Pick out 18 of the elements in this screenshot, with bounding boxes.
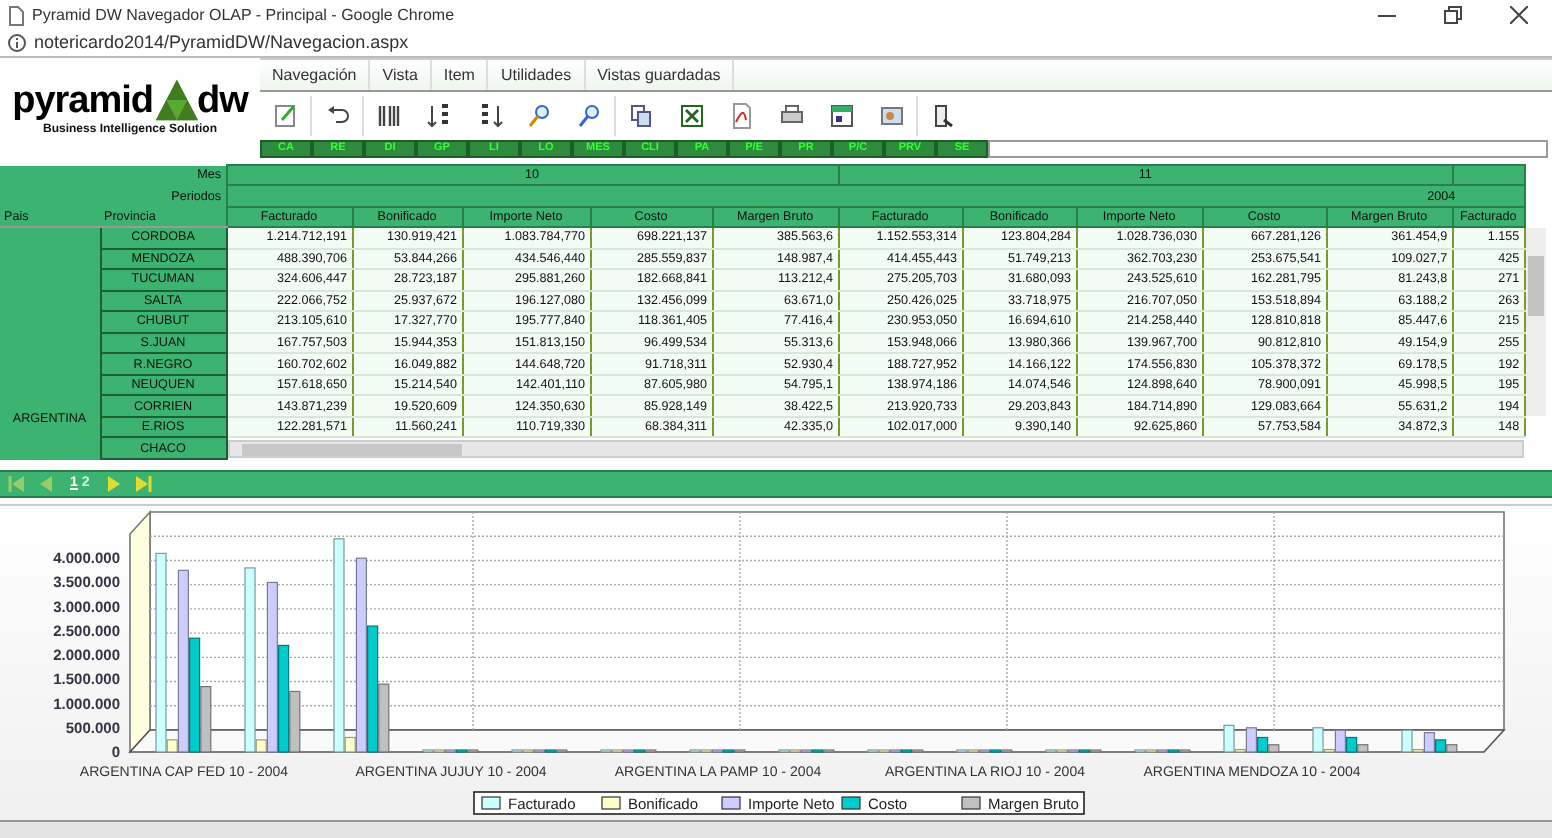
- logo-text: dw: [197, 81, 248, 121]
- scrollbar-thumb[interactable]: [1527, 256, 1544, 316]
- horizontal-scrollbar[interactable]: [227, 439, 1525, 458]
- menu-item[interactable]: Vista: [370, 60, 432, 90]
- close-icon[interactable]: [1510, 6, 1528, 24]
- info-icon[interactable]: [8, 34, 26, 52]
- vertical-scrollbar[interactable]: [1525, 228, 1546, 416]
- page-icon: [8, 5, 24, 25]
- menu-item[interactable]: Item: [431, 60, 489, 90]
- logo-text: pyramid: [12, 81, 154, 121]
- address-url[interactable]: notericardo2014/PyramidDW/Navegacion.aspx: [34, 29, 409, 57]
- menu-item[interactable]: Vistas guardadas: [585, 60, 735, 90]
- restore-icon[interactable]: [1444, 6, 1462, 24]
- window-title: Pyramid DW Navegador OLAP - Principal - Google Chrome: [32, 3, 455, 27]
- scrollbar-thumb[interactable]: [241, 443, 461, 456]
- menu-item[interactable]: Navegación: [260, 60, 371, 90]
- pyramid-logo-icon: [153, 77, 198, 121]
- menu-item[interactable]: Utilidades: [488, 60, 586, 90]
